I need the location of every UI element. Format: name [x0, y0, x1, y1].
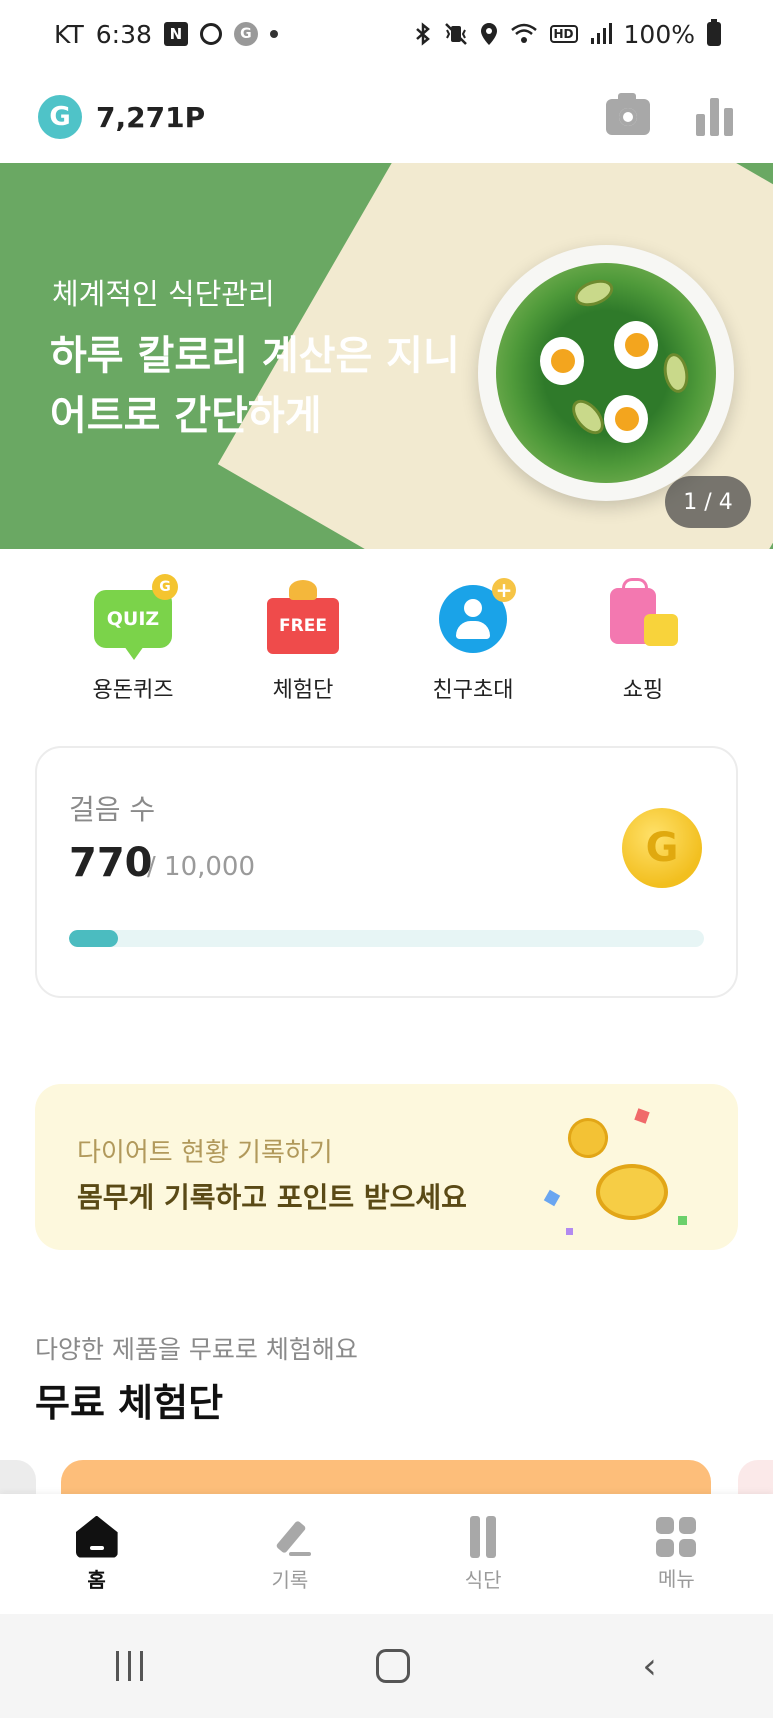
g-notification-icon: G: [233, 22, 258, 46]
steps-label: 걸음 수: [69, 793, 156, 826]
nav-label: 홈: [87, 1567, 106, 1592]
promo-banner[interactable]: 체계적인 식단관리 하루 칼로리 계산은 지니어트로 간단하게 1 / 4: [0, 163, 773, 549]
free-trial-subtitle: 다양한 제품을 무료로 체험해요: [35, 1335, 358, 1364]
egg-slice: [614, 321, 658, 369]
nav-home[interactable]: 홈: [17, 1515, 177, 1593]
large-coin: [596, 1164, 668, 1220]
ring-notification-icon: [199, 23, 222, 45]
fork-knife-icon: [462, 1515, 504, 1558]
quick-menu-invite[interactable]: + 친구초대: [388, 578, 558, 710]
record-title: 몸무게 기록하고 포인트 받으세요: [77, 1181, 467, 1214]
vibrate-icon: [444, 23, 467, 45]
confetti: [634, 1108, 650, 1124]
more-notifications-icon: [269, 30, 278, 38]
grid-icon: [656, 1516, 697, 1557]
confetti: [543, 1189, 561, 1207]
nav-label: 기록: [271, 1567, 309, 1592]
n-notification-icon: N: [163, 22, 188, 46]
steps-progress-fill: [69, 930, 118, 947]
quick-menu-trial[interactable]: FREE 체험단: [218, 580, 388, 710]
wifi-icon: [510, 23, 537, 43]
salad-image: [478, 245, 734, 501]
quick-menu-label: 체험단: [272, 678, 334, 703]
quick-menu-shopping[interactable]: 쇼핑: [558, 578, 728, 710]
recent-apps-icon[interactable]: [116, 1651, 144, 1681]
quiz-bubble-icon: QUIZ G: [94, 574, 178, 660]
coins-icon: [538, 1104, 698, 1235]
egg-slice: [540, 337, 584, 385]
mini-point-icon: G: [152, 574, 178, 600]
nav-label: 식단: [464, 1567, 502, 1592]
plus-icon: +: [492, 578, 516, 602]
time-text: 6:38: [95, 19, 152, 49]
battery-icon: [707, 19, 721, 46]
stats-chart-icon[interactable]: [696, 98, 733, 136]
signal-icon: [590, 23, 612, 44]
quick-menu-label: 친구초대: [432, 678, 514, 703]
nav-record[interactable]: 기록: [210, 1516, 370, 1593]
free-badge: FREE: [267, 580, 339, 654]
nav-label: 메뉴: [657, 1566, 695, 1591]
banner-page-indicator: 1 / 4: [665, 476, 751, 528]
battery-percent: 100%: [623, 19, 695, 49]
camera-icon[interactable]: [606, 93, 650, 135]
quick-menu: QUIZ G 용돈퀴즈 FREE 체험단 + 친구초대 쇼핑: [48, 574, 728, 710]
point-badge-icon: G: [38, 95, 82, 139]
steps-goal: / 10,000: [147, 852, 255, 882]
status-right: HD 100%: [414, 19, 721, 49]
points-balance[interactable]: 7,271P: [96, 101, 205, 134]
yellow-bag: [644, 614, 678, 646]
status-left: KT 6:38 N G: [54, 20, 278, 49]
nav-diet[interactable]: 식단: [403, 1515, 563, 1593]
quick-menu-quiz[interactable]: QUIZ G 용돈퀴즈: [48, 574, 218, 710]
steps-progress-bar: [69, 930, 704, 947]
steps-card[interactable]: 걸음 수 770 / 10,000 G: [35, 746, 738, 998]
pencil-icon: [269, 1516, 311, 1558]
status-bar: KT 6:38 N G HD 100%: [0, 0, 773, 68]
egg-slice: [604, 395, 648, 443]
home-icon: [75, 1515, 118, 1558]
confetti: [678, 1216, 687, 1225]
header-actions: [606, 93, 733, 136]
free-trial-title: 무료 체험단: [35, 1381, 224, 1425]
record-subtitle: 다이어트 현황 기록하기: [77, 1138, 333, 1168]
banner-subtitle: 체계적인 식단관리: [52, 277, 275, 311]
gift-box-icon: FREE: [264, 580, 342, 658]
diet-record-banner[interactable]: 다이어트 현황 기록하기 몸무게 기록하고 포인트 받으세요: [35, 1084, 738, 1250]
banner-title: 하루 칼로리 계산은 지니어트로 간단하게: [50, 333, 460, 439]
carrier-text: KT: [54, 19, 84, 49]
location-icon: [480, 23, 497, 45]
hd-voice-icon: HD: [549, 25, 578, 43]
app-header: G 7,271P: [0, 72, 773, 162]
back-icon[interactable]: ‹: [642, 1646, 656, 1687]
shopping-bag-icon: [604, 578, 682, 658]
invite-friend-icon: +: [434, 578, 516, 658]
confetti: [566, 1228, 573, 1235]
small-coin: [561, 1111, 615, 1165]
system-home-icon[interactable]: [375, 1649, 410, 1683]
bottom-navigation: 홈 기록 식단 메뉴: [0, 1494, 773, 1614]
quick-menu-label: 용돈퀴즈: [92, 678, 174, 703]
system-navigation: ‹: [0, 1614, 773, 1718]
quick-menu-label: 쇼핑: [622, 678, 664, 703]
bluetooth-icon: [415, 22, 430, 46]
steps-count: 770: [69, 840, 153, 886]
nav-menu[interactable]: 메뉴: [596, 1516, 756, 1592]
point-coin-icon[interactable]: G: [622, 808, 702, 888]
